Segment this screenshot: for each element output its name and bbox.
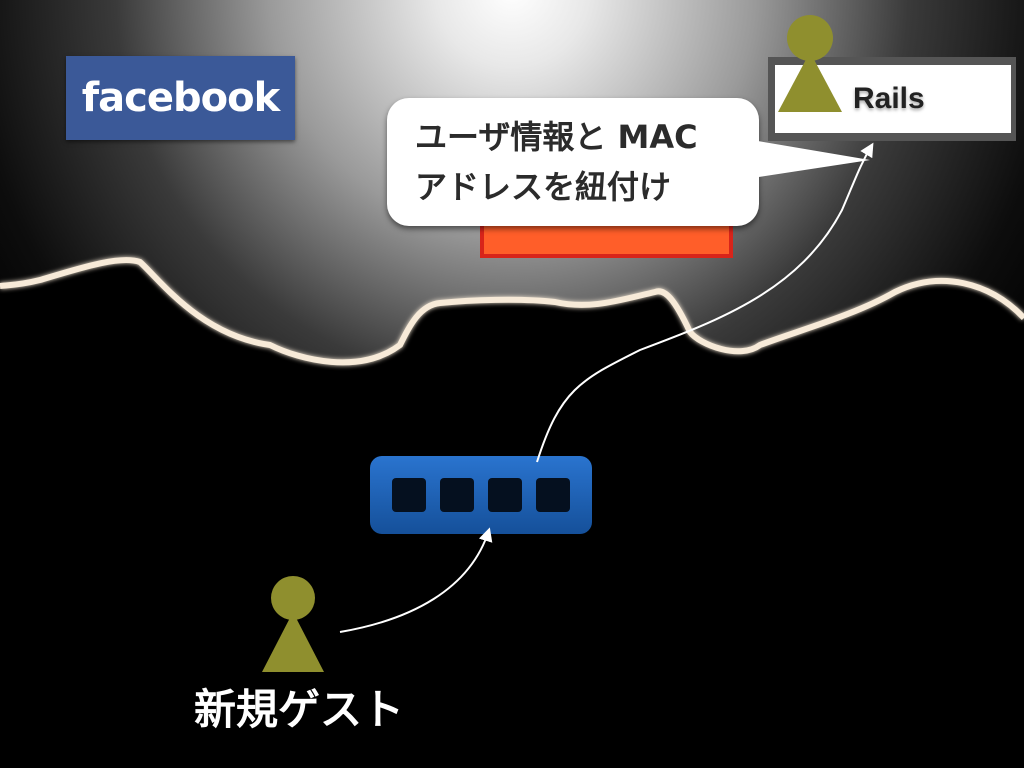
diagram-stage: facebook ユーザ情報と MAC アドレスを紐付け Rails 新規ゲスト [0,0,1024,768]
rails-label: Rails [853,82,925,115]
guest-label: 新規ゲスト [194,685,405,734]
callout-line-1: ユーザ情報と MAC [415,118,698,156]
switch-port [392,478,426,512]
network-switch-icon [370,456,592,534]
switch-port [488,478,522,512]
rails-label-panel: Rails [775,65,1011,133]
callout-line-2: アドレスを紐付け [415,168,672,206]
callout-bubble: ユーザ情報と MAC アドレスを紐付け [387,98,759,226]
switch-port [440,478,474,512]
guest-to-switch-arrow [339,527,493,633]
facebook-logo: facebook [66,56,295,140]
facebook-logo-text: facebook [81,75,280,121]
switch-port [536,478,570,512]
rails-server-box: Rails [768,57,1016,141]
guest-pawn-icon [262,576,324,672]
